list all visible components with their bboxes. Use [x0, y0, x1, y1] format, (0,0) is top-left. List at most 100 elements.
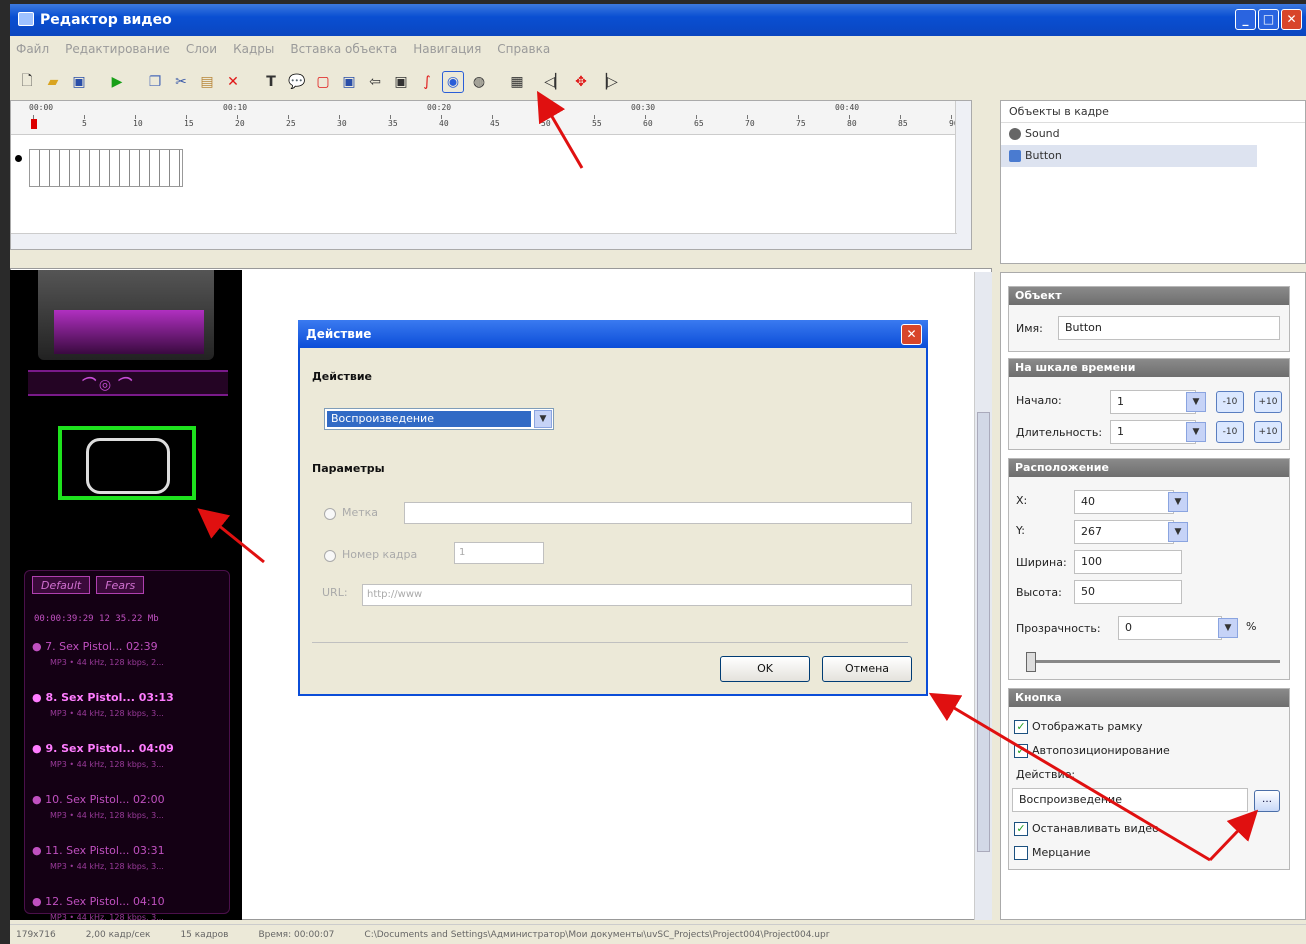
menu-frames[interactable]: Кадры — [233, 38, 274, 60]
blink-checkbox[interactable] — [1014, 846, 1028, 860]
jog-button[interactable] — [86, 438, 170, 494]
playlist-item[interactable]: ● 12. Sex Pistol... 04:10 — [32, 895, 165, 908]
text-icon[interactable]: T — [260, 71, 282, 93]
track-info: MP3 • 44 kHz, 128 kbps, 3... — [50, 811, 164, 820]
playhead-marker[interactable] — [31, 119, 37, 129]
edit-action-button[interactable]: … — [1254, 790, 1280, 812]
marker-label: Метка — [342, 506, 379, 519]
menu-help[interactable]: Справка — [497, 38, 550, 60]
back-icon[interactable]: ⇦ — [364, 71, 386, 93]
url-input[interactable]: http://www — [362, 584, 912, 606]
chevron-down-icon[interactable]: ▼ — [1186, 392, 1206, 412]
action-select[interactable]: Воспроизведение ▼ — [324, 408, 554, 430]
duration-input[interactable]: 1 — [1110, 420, 1196, 444]
rectangle-icon[interactable]: ▢ — [312, 71, 334, 93]
timeline-hscroll[interactable] — [11, 233, 957, 249]
callout-icon[interactable]: 💬 — [286, 71, 308, 93]
marker-select[interactable] — [404, 502, 912, 524]
ok-button[interactable]: OK — [720, 656, 810, 682]
copy-icon[interactable]: ❐ — [144, 71, 166, 93]
frame-number: 60 — [643, 119, 653, 128]
play-bullet-icon: ● — [32, 793, 46, 806]
playlist-item[interactable]: ● 10. Sex Pistol... 02:00 — [32, 793, 165, 806]
frame-number-radio[interactable] — [324, 550, 336, 562]
stop-video-checkbox[interactable]: ✓ — [1014, 822, 1028, 836]
show-frame-checkbox[interactable]: ✓ — [1014, 720, 1028, 734]
timeline-vscroll[interactable] — [955, 101, 971, 249]
paste-icon[interactable]: ▤ — [196, 71, 218, 93]
timeline-ruler[interactable]: 00:00 00:10 00:20 00:30 00:40 1510152025… — [11, 101, 971, 135]
minimize-button[interactable]: _ — [1235, 9, 1256, 30]
frame-number: 15 — [184, 119, 194, 128]
close-button[interactable]: ✕ — [1281, 9, 1302, 30]
playlist-tab-default[interactable]: Default — [32, 576, 91, 594]
plus-10-button[interactable]: +10 — [1254, 421, 1282, 443]
sound-icon[interactable]: ◍ — [468, 71, 490, 93]
chevron-down-icon[interactable]: ▼ — [1168, 492, 1188, 512]
object-item-sound[interactable]: Sound — [1001, 123, 1305, 145]
frame-number: 25 — [286, 119, 296, 128]
opacity-input[interactable]: 0 — [1118, 616, 1222, 640]
layer-track[interactable] — [29, 149, 183, 187]
playlist-item[interactable]: ● 11. Sex Pistol... 03:31 — [32, 844, 165, 857]
minus-10-button[interactable]: -10 — [1216, 421, 1244, 443]
plus-10-button[interactable]: +10 — [1254, 391, 1282, 413]
maximize-button[interactable]: □ — [1258, 9, 1279, 30]
ruler-tick — [798, 115, 799, 119]
minus-10-button[interactable]: -10 — [1216, 391, 1244, 413]
properties-icon[interactable]: ▦ — [506, 71, 528, 93]
chevron-down-icon[interactable]: ▼ — [1218, 618, 1238, 638]
pen-icon[interactable]: ∫ — [416, 71, 438, 93]
playlist-tab-fears[interactable]: Fears — [96, 576, 145, 594]
menu-file[interactable]: Файл — [16, 38, 49, 60]
ruler-tick — [492, 115, 493, 119]
menu-layers[interactable]: Слои — [186, 38, 217, 60]
timeline-panel[interactable]: 00:00 00:10 00:20 00:30 00:40 1510152025… — [10, 100, 972, 250]
playlist-item[interactable]: ● 9. Sex Pistol... 04:09 — [32, 742, 174, 755]
duration-label: Длительность: — [1016, 426, 1103, 439]
prev-icon[interactable]: ◁▏ — [544, 71, 566, 93]
image-icon[interactable]: ▣ — [338, 71, 360, 93]
x-input[interactable]: 40 — [1074, 490, 1174, 514]
menu-insert-object[interactable]: Вставка объекта — [290, 38, 397, 60]
autopos-checkbox[interactable]: ✓ — [1014, 744, 1028, 758]
name-input[interactable]: Button — [1058, 316, 1280, 340]
status-frames: 15 кадров — [180, 930, 229, 940]
frame-number-label: Номер кадра — [342, 548, 418, 561]
opacity-slider-track[interactable] — [1028, 660, 1280, 663]
chevron-down-icon[interactable]: ▼ — [1186, 422, 1206, 442]
frame-number-input[interactable]: 1 — [454, 542, 544, 564]
y-input[interactable]: 267 — [1074, 520, 1174, 544]
width-input[interactable]: 100 — [1074, 550, 1182, 574]
opacity-slider-thumb[interactable] — [1026, 652, 1036, 672]
menu-edit[interactable]: Редактирование — [65, 38, 170, 60]
move-icon[interactable]: ✥ — [570, 71, 592, 93]
height-input[interactable]: 50 — [1074, 580, 1182, 604]
canvas-vscroll[interactable] — [974, 272, 992, 920]
cancel-button[interactable]: Отмена — [822, 656, 912, 682]
delete-icon[interactable]: ✕ — [222, 71, 244, 93]
opacity-label: Прозрачность: — [1016, 622, 1101, 635]
dialog-close-button[interactable]: ✕ — [901, 324, 922, 345]
next-icon[interactable]: ▕▷ — [596, 71, 618, 93]
ruler-tick — [900, 115, 901, 119]
playlist-item[interactable]: ● 8. Sex Pistol... 03:13 — [32, 691, 174, 704]
chevron-down-icon[interactable]: ▼ — [1168, 522, 1188, 542]
scroll-thumb[interactable] — [977, 412, 990, 852]
cut-icon[interactable]: ✂ — [170, 71, 192, 93]
object-item-button[interactable]: Button — [1001, 145, 1257, 167]
chevron-down-icon[interactable]: ▼ — [534, 410, 552, 428]
save-icon[interactable]: ▣ — [68, 71, 90, 93]
track-info: MP3 • 44 kHz, 128 kbps, 3... — [50, 709, 164, 718]
playlist-item[interactable]: ● 7. Sex Pistol... 02:39 — [32, 640, 158, 653]
marker-radio[interactable] — [324, 508, 336, 520]
frame-icon[interactable]: ▣ — [390, 71, 412, 93]
open-icon[interactable]: ▰ — [42, 71, 64, 93]
button-object-icon[interactable]: ◉ — [442, 71, 464, 93]
play-bullet-icon: ● — [32, 691, 46, 704]
new-icon[interactable]: 🗋 — [16, 71, 38, 93]
play-icon[interactable]: ▶ — [106, 71, 128, 93]
menu-navigation[interactable]: Навигация — [413, 38, 481, 60]
ruler-tick — [543, 115, 544, 119]
start-input[interactable]: 1 — [1110, 390, 1196, 414]
